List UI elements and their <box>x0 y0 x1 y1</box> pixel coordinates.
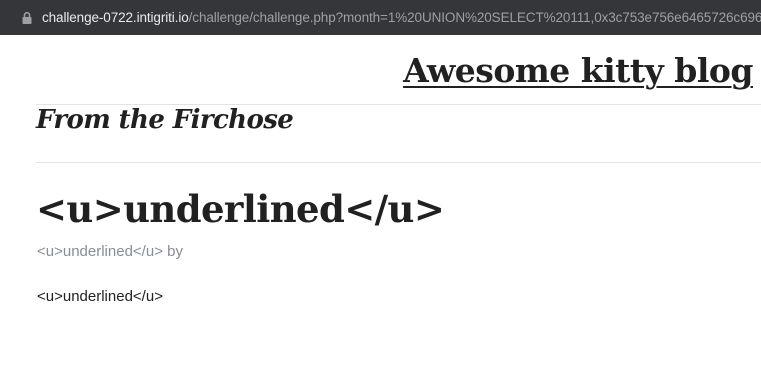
post-author: <u>underlined</u> <box>37 243 163 260</box>
post-by-label: by <box>167 243 183 260</box>
page-content: Awesome kitty blog From the Firchose <u>… <box>0 35 761 387</box>
section-heading: From the Firchose <box>36 105 294 135</box>
post-body: <u>underlined</u> <box>37 288 163 305</box>
url-host: challenge-0722.intigriti.io <box>42 10 189 25</box>
site-title-link[interactable]: Awesome kitty blog <box>403 51 753 90</box>
url-text[interactable]: challenge-0722.intigriti.io/challenge/ch… <box>42 10 761 25</box>
post-title: <u>underlined</u> <box>36 187 445 231</box>
lock-icon[interactable] <box>20 11 34 25</box>
section-divider <box>36 162 761 163</box>
address-bar[interactable]: challenge-0722.intigriti.io/challenge/ch… <box>0 0 761 35</box>
post-meta: <u>underlined</u> by <box>37 243 183 260</box>
url-path: /challenge/challenge.php?month=1%20UNION… <box>188 10 761 25</box>
